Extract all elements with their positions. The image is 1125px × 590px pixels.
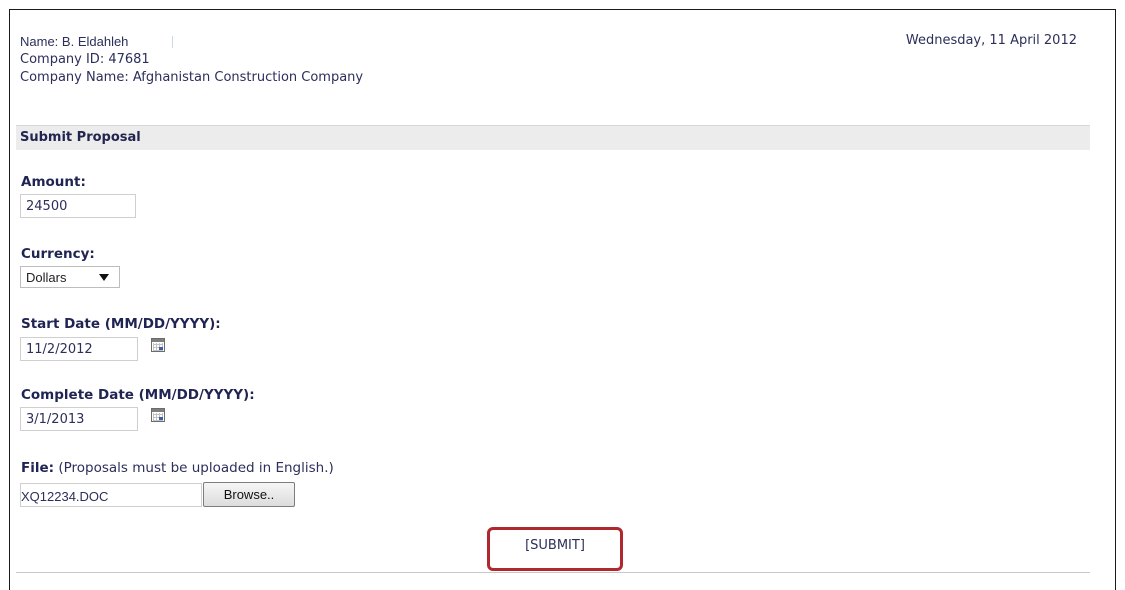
start-date-label: Start Date (MM/DD/YYYY): — [21, 316, 221, 332]
amount-input[interactable]: 24500 — [20, 194, 136, 218]
section-title: Submit Proposal — [20, 130, 141, 145]
user-info: Name: B. Eldahleh Company ID: 47681 Comp… — [20, 33, 363, 87]
calendar-icon[interactable] — [151, 408, 165, 422]
submit-highlight-box: [SUBMIT] — [487, 527, 623, 571]
currency-label: Currency: — [21, 246, 95, 262]
currency-select[interactable]: Dollars — [20, 266, 120, 288]
start-date-input[interactable]: 11/2/2012 — [20, 337, 138, 361]
file-label-row: File: (Proposals must be uploaded in Eng… — [21, 460, 334, 476]
user-name-row: Name: B. Eldahleh — [20, 33, 363, 51]
name-label: Name: — [20, 34, 59, 49]
submit-button[interactable]: [SUBMIT] — [490, 538, 620, 553]
currency-value: Dollars — [26, 270, 67, 285]
divider — [172, 36, 174, 48]
chevron-down-icon — [99, 274, 109, 281]
company-name: Company Name: Afghanistan Construction C… — [20, 70, 364, 85]
file-label: File: — [21, 460, 55, 476]
complete-date-input[interactable]: 3/1/2013 — [20, 407, 138, 431]
amount-label: Amount: — [21, 174, 86, 190]
section-header: Submit Proposal — [16, 125, 1090, 150]
user-name: B. Eldahleh — [61, 34, 129, 49]
bottom-divider — [16, 572, 1090, 573]
calendar-icon[interactable] — [151, 338, 165, 352]
company-id: Company ID: 47681 — [20, 52, 150, 67]
file-path-input[interactable]: XQ12234.DOC — [20, 483, 202, 507]
browse-button[interactable]: Browse.. — [203, 482, 295, 507]
current-date: Wednesday, 11 April 2012 — [905, 33, 1077, 48]
file-note: (Proposals must be uploaded in English.) — [58, 460, 334, 476]
complete-date-label: Complete Date (MM/DD/YYYY): — [21, 387, 255, 403]
